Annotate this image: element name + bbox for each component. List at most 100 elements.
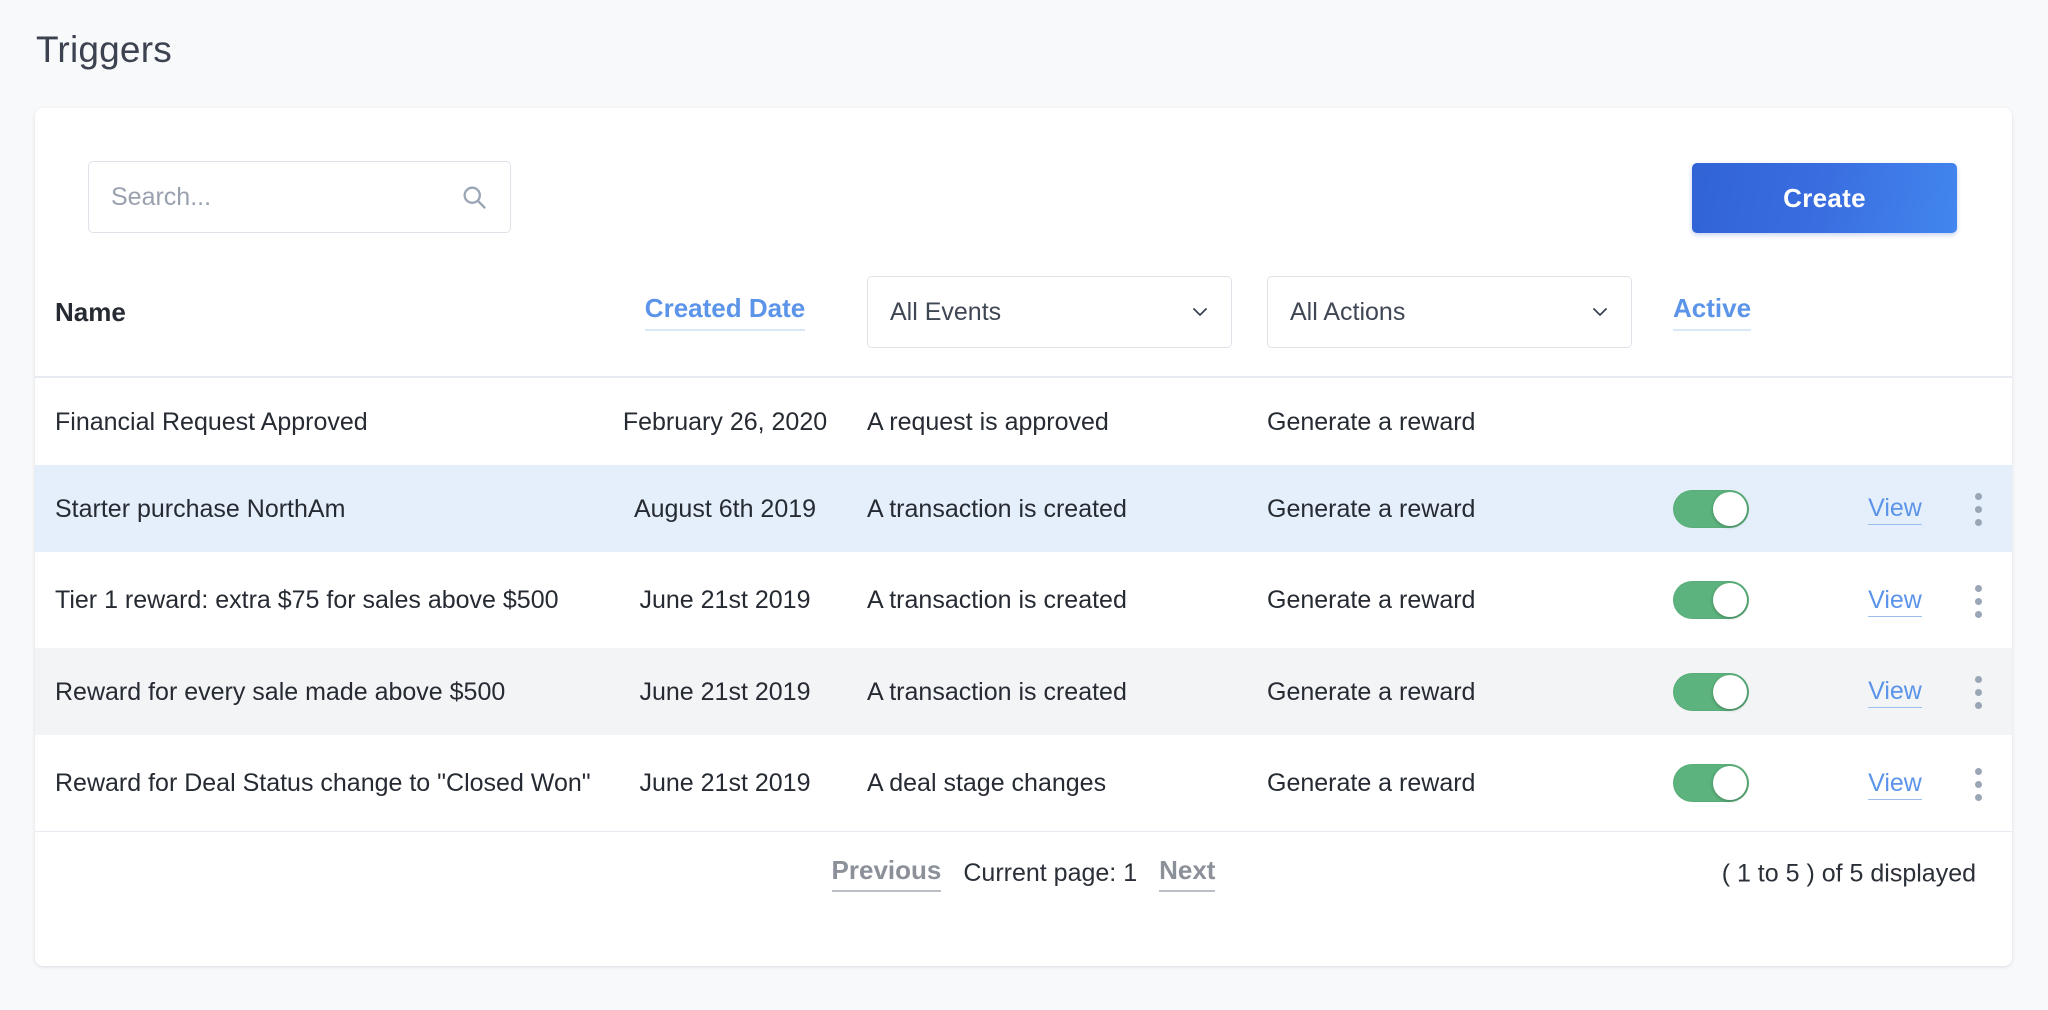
trigger-event: A transaction is created xyxy=(867,494,1127,523)
cell-event: A deal stage changes xyxy=(855,766,1255,800)
view-link[interactable]: View xyxy=(1868,768,1922,800)
toggle-knob xyxy=(1713,766,1747,800)
cell-event: A request is approved xyxy=(855,405,1255,439)
cell-name: Reward for Deal Status change to "Closed… xyxy=(35,766,595,800)
cell-menu xyxy=(1945,670,2012,713)
cell-view: View xyxy=(1845,585,1945,617)
trigger-action: Generate a reward xyxy=(1267,407,1476,436)
cell-event: A transaction is created xyxy=(855,492,1255,526)
column-header-active[interactable]: Active xyxy=(1655,293,1845,331)
trigger-action: Generate a reward xyxy=(1267,494,1476,523)
cell-menu xyxy=(1945,762,2012,805)
cell-name: Reward for every sale made above $500 xyxy=(35,675,595,709)
previous-page-button[interactable]: Previous xyxy=(831,855,942,892)
trigger-created-date: August 6th 2019 xyxy=(633,494,817,523)
cell-active xyxy=(1655,764,1845,802)
cell-active xyxy=(1655,672,1845,711)
events-filter-cell: All Events xyxy=(855,276,1255,348)
search-field[interactable] xyxy=(88,161,511,233)
row-menu-icon[interactable] xyxy=(1971,489,1986,530)
events-filter[interactable]: All Events xyxy=(867,276,1232,348)
actions-filter-value[interactable]: All Actions xyxy=(1267,276,1632,348)
trigger-action: Generate a reward xyxy=(1267,677,1476,706)
table-footer: Previous Current page: 1 Next ( 1 to 5 )… xyxy=(35,831,2012,915)
row-menu-icon[interactable] xyxy=(1971,581,1986,622)
cell-created-date: June 21st 2019 xyxy=(595,766,855,800)
triggers-table: Name Created Date All Events All Actions… xyxy=(35,248,2012,831)
pagination: Previous Current page: 1 Next xyxy=(831,855,1216,892)
table-row[interactable]: Reward for Deal Status change to "Closed… xyxy=(35,735,2012,831)
triggers-card: Create Name Created Date All Events xyxy=(35,108,2012,966)
table-body: Financial Request Approved February 26, 2… xyxy=(35,378,2012,831)
cell-event: A transaction is created xyxy=(855,675,1255,709)
cell-created-date: June 21st 2019 xyxy=(595,583,855,617)
view-link[interactable]: View xyxy=(1868,585,1922,617)
cell-active xyxy=(1655,581,1845,619)
trigger-name: Starter purchase NorthAm xyxy=(55,494,346,523)
trigger-created-date: February 26, 2020 xyxy=(622,407,828,436)
create-button[interactable]: Create xyxy=(1692,163,1957,233)
cell-view: View xyxy=(1845,494,1945,525)
trigger-event: A deal stage changes xyxy=(867,769,1107,797)
table-row[interactable]: Reward for every sale made above $500 Jun… xyxy=(35,648,2012,735)
cell-name: Starter purchase NorthAm xyxy=(35,492,595,526)
cell-created-date: February 26, 2020 xyxy=(595,405,855,439)
column-header-created-date[interactable]: Created Date xyxy=(595,293,855,331)
cell-menu xyxy=(1945,487,2012,530)
cell-created-date: August 6th 2019 xyxy=(595,492,855,526)
created-date-sort-link[interactable]: Created Date xyxy=(644,293,806,331)
active-toggle[interactable] xyxy=(1673,672,1749,711)
view-link[interactable]: View xyxy=(1868,494,1922,525)
active-toggle[interactable] xyxy=(1673,764,1749,802)
trigger-created-date: June 21st 2019 xyxy=(639,677,811,706)
trigger-action: Generate a reward xyxy=(1267,586,1476,614)
cell-action: Generate a reward xyxy=(1255,675,1655,709)
table-row[interactable]: Starter purchase NorthAm August 6th 2019 A… xyxy=(35,465,2012,552)
next-page-button[interactable]: Next xyxy=(1159,855,1216,892)
trigger-action: Generate a reward xyxy=(1267,769,1476,797)
cell-event: A transaction is created xyxy=(855,583,1255,617)
toggle-knob xyxy=(1713,674,1747,709)
row-menu-icon[interactable] xyxy=(1971,764,1986,805)
trigger-created-date: June 21st 2019 xyxy=(639,586,811,614)
events-filter-value[interactable]: All Events xyxy=(867,276,1232,348)
cell-view: View xyxy=(1845,768,1945,800)
trigger-event: A request is approved xyxy=(867,407,1109,436)
cell-action: Generate a reward xyxy=(1255,583,1655,617)
column-header-name: Name xyxy=(55,296,126,327)
page-title: Triggers xyxy=(36,29,172,70)
search-input[interactable] xyxy=(89,162,510,232)
cell-view: View xyxy=(1845,677,1945,708)
row-menu-icon[interactable] xyxy=(1971,672,1986,713)
cell-created-date: June 21st 2019 xyxy=(595,675,855,709)
cell-action: Generate a reward xyxy=(1255,766,1655,800)
toggle-knob xyxy=(1713,583,1747,617)
table-row[interactable]: Financial Request Approved February 26, 2… xyxy=(35,378,2012,465)
cell-name: Tier 1 reward: extra $75 for sales above… xyxy=(35,583,595,617)
trigger-event: A transaction is created xyxy=(867,586,1127,614)
cell-menu xyxy=(1945,579,2012,622)
cell-active xyxy=(1655,489,1845,528)
trigger-created-date: June 21st 2019 xyxy=(639,769,811,797)
active-sort-link[interactable]: Active xyxy=(1673,293,1752,331)
table-row[interactable]: Tier 1 reward: extra $75 for sales above… xyxy=(35,552,2012,648)
table-header-row: Name Created Date All Events All Actions… xyxy=(35,248,2012,378)
cell-action: Generate a reward xyxy=(1255,405,1655,439)
actions-filter-cell: All Actions xyxy=(1255,276,1655,348)
cell-action: Generate a reward xyxy=(1255,492,1655,526)
view-link[interactable]: View xyxy=(1868,677,1922,708)
trigger-event: A transaction is created xyxy=(867,677,1127,706)
results-count-label: ( 1 to 5 ) of 5 displayed xyxy=(1721,859,1976,887)
table-toolbar: Create xyxy=(35,108,2012,248)
trigger-name: Tier 1 reward: extra $75 for sales above… xyxy=(55,586,559,614)
active-toggle[interactable] xyxy=(1673,581,1749,619)
trigger-name: Reward for Deal Status change to "Closed… xyxy=(55,769,591,797)
trigger-name: Reward for every sale made above $500 xyxy=(55,677,506,706)
current-page-label: Current page: 1 xyxy=(963,859,1138,887)
toggle-knob xyxy=(1713,491,1747,526)
trigger-name: Financial Request Approved xyxy=(55,407,368,436)
cell-name: Financial Request Approved xyxy=(35,405,595,439)
triggers-page: Triggers Create Name xyxy=(0,0,2048,1010)
actions-filter[interactable]: All Actions xyxy=(1267,276,1632,348)
active-toggle[interactable] xyxy=(1673,489,1749,528)
